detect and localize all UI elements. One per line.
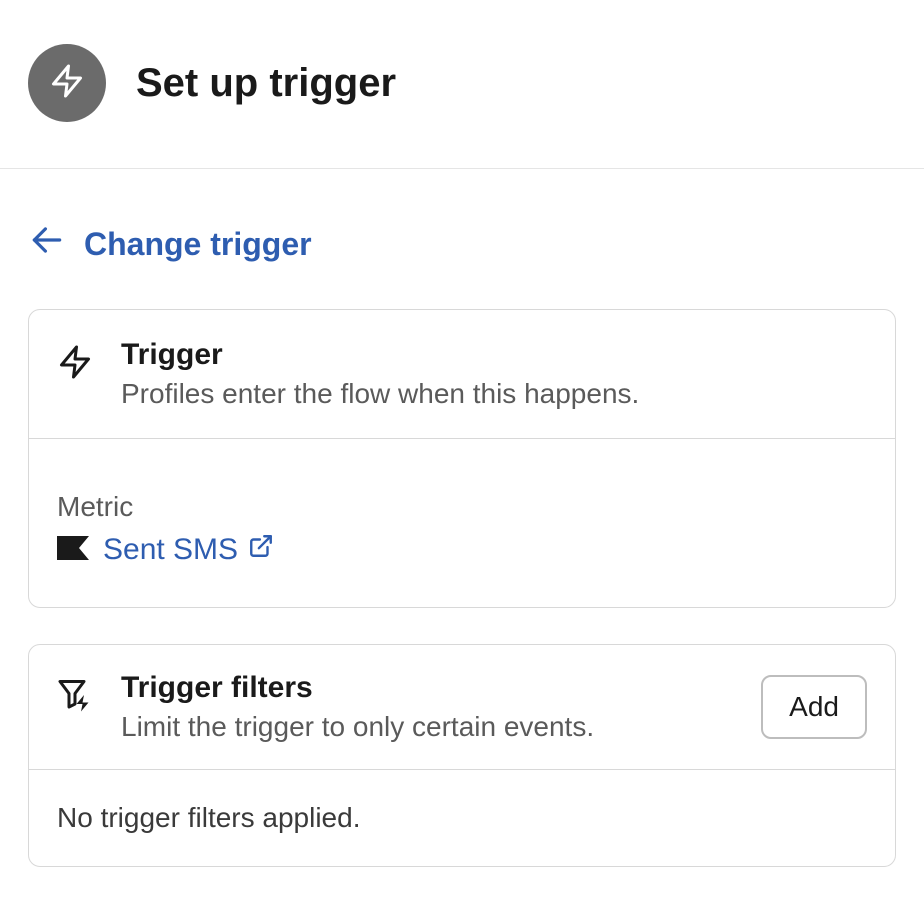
- trigger-card: Trigger Profiles enter the flow when thi…: [28, 309, 896, 608]
- trigger-filters-card: Trigger filters Limit the trigger to onl…: [28, 644, 896, 867]
- page-title: Set up trigger: [136, 61, 396, 106]
- change-trigger-label: Change trigger: [84, 226, 312, 263]
- filters-card-header-left: Trigger filters Limit the trigger to onl…: [57, 671, 594, 743]
- trigger-card-title: Trigger: [121, 338, 867, 372]
- external-link-icon: [248, 533, 274, 567]
- metric-label: Metric: [57, 491, 867, 523]
- add-filter-button[interactable]: Add: [761, 675, 867, 739]
- content-area: Change trigger Trigger Profiles enter th…: [0, 169, 924, 923]
- filters-card-title: Trigger filters: [121, 671, 594, 705]
- filter-lightning-icon: [57, 677, 93, 713]
- filters-empty-state: No trigger filters applied.: [29, 770, 895, 866]
- metric-value-row: Sent SMS: [57, 533, 867, 567]
- lightning-icon: [57, 344, 93, 380]
- arrow-left-icon: [28, 221, 66, 267]
- trigger-card-header-text: Trigger Profiles enter the flow when thi…: [121, 338, 867, 410]
- header-icon-circle: [28, 44, 106, 122]
- metric-link-text: Sent SMS: [103, 533, 238, 567]
- filters-card-subtitle: Limit the trigger to only certain events…: [121, 711, 594, 743]
- change-trigger-link[interactable]: Change trigger: [28, 221, 896, 267]
- flag-icon: [57, 536, 89, 565]
- lightning-icon: [49, 63, 85, 104]
- filters-card-header: Trigger filters Limit the trigger to onl…: [29, 645, 895, 770]
- trigger-card-header: Trigger Profiles enter the flow when thi…: [29, 310, 895, 439]
- trigger-card-body: Metric Sent SMS: [29, 439, 895, 607]
- metric-link[interactable]: Sent SMS: [103, 533, 274, 567]
- page-header: Set up trigger: [0, 0, 924, 169]
- filters-card-header-text: Trigger filters Limit the trigger to onl…: [121, 671, 594, 743]
- trigger-card-subtitle: Profiles enter the flow when this happen…: [121, 378, 867, 410]
